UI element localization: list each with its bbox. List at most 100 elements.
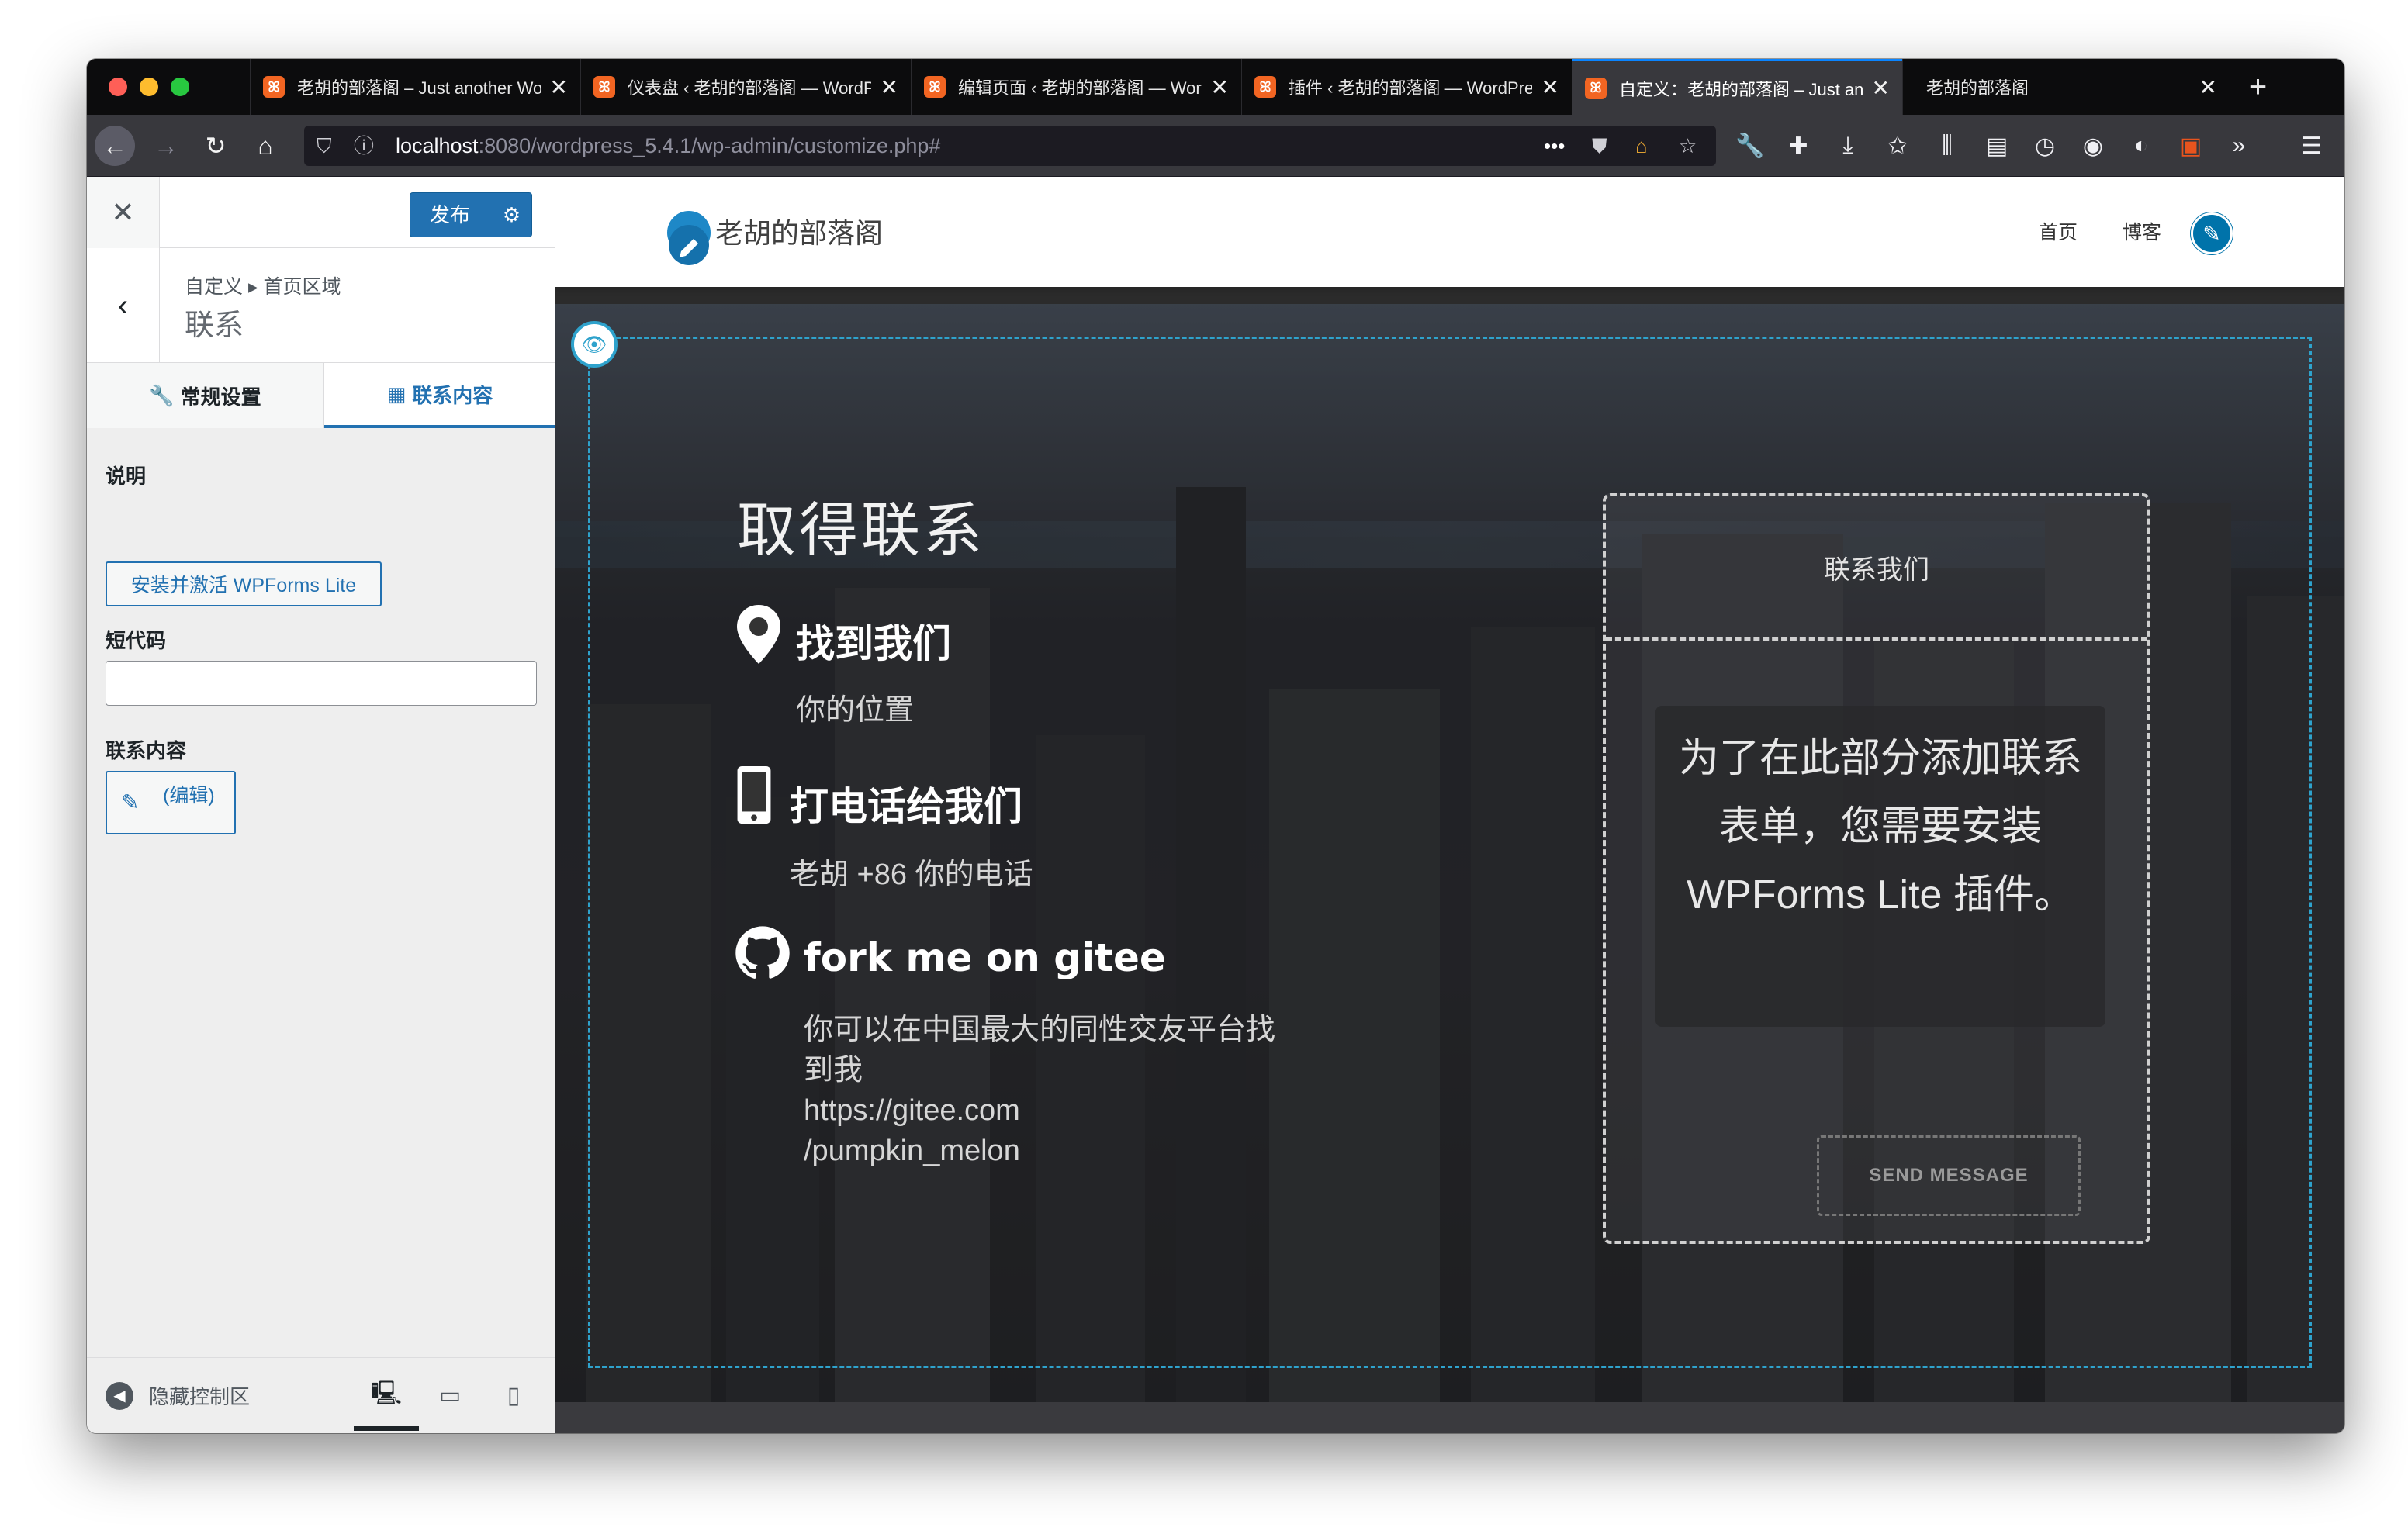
ghost-extension-icon[interactable]: ◐ [2121, 126, 2161, 166]
reload-button[interactable]: ↻ [195, 126, 236, 166]
minimize-window-button[interactable] [140, 78, 158, 96]
xampp-icon: ꕤ [924, 76, 946, 98]
preview-bottom-strip [555, 1402, 2344, 1433]
address-bar[interactable]: ⛉ ⓘ localhost:8080/wordpress_5.4.1/wp-ad… [304, 126, 1716, 166]
publish-button-group: 发布 ⚙ [410, 192, 532, 237]
menu-item-blog[interactable]: 博客 [2123, 217, 2161, 245]
contact-text-gitee-line2: 到我 [804, 1054, 863, 1087]
breadcrumb: 自定义 ▸ 首页区域 [185, 276, 341, 298]
browser-tab[interactable]: ꕤ 仪表盘 ‹ 老胡的部落阁 — WordPress ✕ [580, 59, 911, 115]
page-content: ✕ 发布 ⚙ ‹ 自定义 ▸ 首页区域 联系 🔧 常规设置 ▦ 联系内容 说明 … [87, 177, 2344, 1433]
shortcode-input[interactable] [106, 661, 537, 706]
contact-heading-location: 找到我们 [796, 622, 951, 665]
hide-controls-button[interactable]: ◀ 隐藏控制区 [106, 1381, 250, 1410]
contact-heading-phone: 打电话给我们 [790, 785, 1022, 828]
download-icon[interactable]: ⤓ [1828, 126, 1868, 166]
contact-form-notice: 为了在此部分添加联系表单，您需要安装 WPForms Lite 插件。 [1656, 706, 2105, 1027]
site-title[interactable]: 老胡的部落阁 [715, 211, 883, 251]
home-button[interactable]: ⌂ [245, 126, 285, 166]
library-icon[interactable]: ⫼ [1927, 126, 1967, 166]
pocket-icon[interactable]: ⛊ [1592, 126, 1607, 166]
sidebar-icon[interactable]: ▤ [1977, 126, 2017, 166]
close-icon: ✕ [111, 196, 135, 228]
new-tab-button[interactable]: + [2230, 59, 2285, 115]
close-tab-icon[interactable]: ✕ [550, 74, 568, 100]
customizer-footer: ◀ 隐藏控制区 🖳 ▭ ▯ [87, 1357, 555, 1433]
close-window-button[interactable] [109, 78, 127, 96]
page-actions-icon[interactable]: ••• [1544, 126, 1565, 166]
tab-general-settings[interactable]: 🔧 常规设置 [87, 363, 324, 428]
send-message-button[interactable]: SEND MESSAGE [1817, 1135, 2081, 1216]
contact-text-phone: 老胡 +86 你的电话 [790, 859, 1033, 891]
translate-extension-icon[interactable]: ▣ [2171, 126, 2211, 166]
close-tab-icon[interactable]: ✕ [2199, 74, 2217, 100]
maximize-window-button[interactable] [171, 78, 189, 96]
xampp-icon: ꕤ [593, 76, 615, 98]
tab-contact-content[interactable]: ▦ 联系内容 [324, 363, 555, 428]
pencil-icon: ✎ [121, 790, 140, 814]
home-extension-icon[interactable]: ⌂ [1635, 126, 1648, 166]
site-logo-icon[interactable] [666, 209, 712, 267]
publish-settings-gear-icon[interactable]: ⚙ [490, 193, 533, 237]
back-to-panel-button[interactable]: ‹ [87, 248, 160, 363]
shortcode-label: 短代码 [106, 629, 167, 652]
contact-heading-gitee: fork me on gitee [804, 935, 1166, 980]
edit-link[interactable]: (编辑) [163, 780, 215, 808]
phone-icon [737, 765, 771, 824]
browser-tab[interactable]: ꕤ 插件 ‹ 老胡的部落阁 — WordPress ✕ [1241, 59, 1572, 115]
close-tab-icon[interactable]: ✕ [1211, 74, 1229, 100]
table-icon: ▦ [386, 382, 407, 406]
mobile-preview-icon[interactable]: ▯ [495, 1378, 532, 1412]
xampp-icon: ꕤ [1585, 77, 1607, 99]
close-tab-icon[interactable]: ✕ [1872, 75, 1890, 101]
xampp-icon: ꕤ [1254, 76, 1276, 98]
contact-form-title: 联系我们 [1606, 496, 2147, 641]
contact-text-gitee-line4[interactable]: /pumpkin_melon [804, 1131, 1020, 1171]
contact-text-gitee-line3[interactable]: https://gitee.com [804, 1090, 1020, 1131]
wrench-icon[interactable]: 🔧 [1730, 126, 1770, 166]
site-preview: 老胡的部落阁 首页 博客 ✎ 👁 取得联系 找到我们 你的位置 打电话给我们 老… [555, 177, 2344, 1433]
contact-section: 👁 取得联系 找到我们 你的位置 打电话给我们 老胡 +86 你的电话 fork… [555, 304, 2344, 1402]
contact-form-card: 联系我们 为了在此部分添加联系表单，您需要安装 WPForms Lite 插件。… [1603, 493, 2150, 1244]
back-button[interactable]: ← [95, 126, 135, 166]
wrench-icon: 🔧 [149, 383, 175, 407]
history-icon[interactable]: ◷ [2025, 126, 2065, 166]
bookmark-manager-icon[interactable]: ✩ [1877, 126, 1918, 166]
chevron-left-icon: ‹ [117, 288, 129, 323]
account-icon[interactable]: ◉ [2073, 126, 2113, 166]
info-icon[interactable]: ⓘ [354, 126, 374, 166]
edit-shortcut-eye-icon[interactable]: 👁 [571, 321, 618, 368]
extensions-icon[interactable]: ✚ [1778, 126, 1818, 166]
desktop-preview-icon[interactable]: 🖳 [368, 1378, 405, 1412]
xampp-icon: ꕤ [263, 76, 285, 98]
browser-tab[interactable]: ꕤ 编辑页面 ‹ 老胡的部落阁 — WordPress ✕ [911, 59, 1241, 115]
active-device-indicator [354, 1426, 419, 1431]
shield-icon[interactable]: ⛉ [317, 126, 332, 166]
close-customizer-button[interactable]: ✕ [87, 177, 160, 248]
tablet-preview-icon[interactable]: ▭ [431, 1378, 469, 1412]
close-tab-icon[interactable]: ✕ [881, 74, 898, 100]
close-tab-icon[interactable]: ✕ [1541, 74, 1559, 100]
contact-content-label: 联系内容 [106, 739, 187, 762]
url-text[interactable]: localhost:8080/wordpress_5.4.1/wp-admin/… [396, 126, 940, 166]
browser-tab[interactable]: ꕤ 老胡的部落阁 – Just another WordPress site ✕ [250, 59, 580, 115]
customizer-sidebar: ✕ 发布 ⚙ ‹ 自定义 ▸ 首页区域 联系 🔧 常规设置 ▦ 联系内容 说明 … [87, 177, 555, 1433]
overflow-icon[interactable]: » [2219, 126, 2259, 166]
hamburger-menu-icon[interactable]: ☰ [2292, 126, 2332, 166]
install-wpforms-button[interactable]: 安装并激活 WPForms Lite [106, 561, 382, 606]
publish-button[interactable]: 发布 [410, 193, 490, 237]
contact-content-editor[interactable]: ✎ (编辑) [106, 771, 236, 834]
contact-text-gitee-line1: 你可以在中国最大的同性交友平台找 [804, 1014, 1276, 1046]
menu-item-home[interactable]: 首页 [2039, 217, 2078, 245]
bookmark-star-icon[interactable]: ☆ [1679, 126, 1697, 166]
tab-strip: ꕤ 老胡的部落阁 – Just another WordPress site ✕… [87, 59, 2344, 115]
map-pin-icon [737, 605, 780, 664]
collapse-icon: ◀ [106, 1381, 133, 1410]
contact-text-location: 你的位置 [796, 694, 915, 727]
forward-button[interactable]: → [146, 126, 186, 166]
edit-menu-pencil-icon[interactable]: ✎ [2191, 212, 2233, 254]
browser-tab-active[interactable]: ꕤ 自定义：老胡的部落阁 – Just another WordPress si… [1572, 59, 1902, 115]
browser-tab[interactable]: 老胡的部落阁 ✕ [1902, 59, 2230, 115]
browser-window: ꕤ 老胡的部落阁 – Just another WordPress site ✕… [87, 59, 2344, 1433]
description-label: 说明 [106, 465, 147, 488]
